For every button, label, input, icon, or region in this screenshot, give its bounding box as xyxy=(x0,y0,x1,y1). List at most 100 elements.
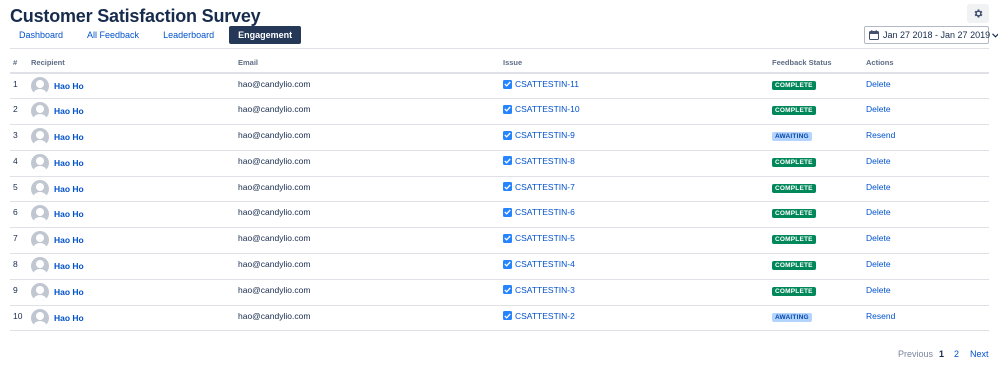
email-cell: hao@candylio.com xyxy=(238,124,503,151)
avatar xyxy=(31,153,49,172)
row-action-link[interactable]: Delete xyxy=(866,104,891,114)
email-text: hao@candylio.com xyxy=(238,155,311,166)
issue-link[interactable]: CSATTESTIN-11 xyxy=(503,79,772,89)
task-checkbox-icon xyxy=(503,311,512,321)
task-checkbox-icon xyxy=(503,156,512,166)
recipient-name-link[interactable]: Hao Ho xyxy=(54,106,84,116)
email-text: hao@candylio.com xyxy=(238,259,311,270)
issue-link[interactable]: CSATTESTIN-4 xyxy=(503,259,772,269)
tab-leaderboard[interactable]: Leaderboard xyxy=(154,26,223,44)
table-row: 10 Hao Ho hao@candylio.com CSATTESTIN-2 … xyxy=(10,305,989,332)
recipient-name-link[interactable]: Hao Ho xyxy=(54,235,84,245)
recipient-cell: Hao Ho xyxy=(31,305,238,332)
email-text: hao@candylio.com xyxy=(238,233,311,244)
actions-cell: Delete xyxy=(866,201,989,229)
column-header-actions: Actions xyxy=(866,53,989,74)
issue-cell: CSATTESTIN-2 xyxy=(503,305,772,332)
pagination-next[interactable]: Next xyxy=(970,349,989,359)
issue-link[interactable]: CSATTESTIN-3 xyxy=(503,285,772,295)
avatar xyxy=(31,77,49,95)
issue-cell: CSATTESTIN-7 xyxy=(503,176,772,203)
issue-link[interactable]: CSATTESTIN-8 xyxy=(503,156,772,166)
status-cell: COMPLETE xyxy=(772,150,866,177)
issue-link[interactable]: CSATTESTIN-7 xyxy=(503,182,772,192)
issue-link[interactable]: CSATTESTIN-6 xyxy=(503,207,772,217)
tab-all-feedback[interactable]: All Feedback xyxy=(78,26,148,44)
recipient-name-link[interactable]: Hao Ho xyxy=(54,313,84,323)
page-title: Customer Satisfaction Survey xyxy=(10,6,261,26)
row-number-text: 3 xyxy=(13,130,18,141)
row-action-link[interactable]: Resend xyxy=(866,130,895,140)
email-text: hao@candylio.com xyxy=(238,181,311,192)
recipient-name-link[interactable]: Hao Ho xyxy=(54,132,84,142)
table-row: 2 Hao Ho hao@candylio.com CSATTESTIN-10 … xyxy=(10,98,989,126)
recipient-name-link[interactable]: Hao Ho xyxy=(54,209,84,219)
row-action-link[interactable]: Resend xyxy=(866,311,895,321)
recipient: Hao Ho xyxy=(31,128,238,147)
issue-key: CSATTESTIN-5 xyxy=(515,233,575,244)
table-row: 5 Hao Ho hao@candylio.com CSATTESTIN-7 C… xyxy=(10,176,989,203)
email-cell: hao@candylio.com xyxy=(238,176,503,203)
date-range-picker[interactable]: Jan 27 2018 - Jan 27 2019 xyxy=(864,26,998,44)
status-cell: COMPLETE xyxy=(772,176,866,203)
row-action-link[interactable]: Delete xyxy=(866,207,891,217)
status-badge: COMPLETE xyxy=(772,106,816,116)
issue-link[interactable]: CSATTESTIN-10 xyxy=(503,104,772,114)
actions-cell: Delete xyxy=(866,279,989,306)
recipient: Hao Ho xyxy=(31,257,238,276)
issue-key: CSATTESTIN-7 xyxy=(515,181,575,192)
recipient-name-link[interactable]: Hao Ho xyxy=(54,184,84,194)
issue-cell: CSATTESTIN-8 xyxy=(503,150,772,177)
actions-cell: Resend xyxy=(866,305,989,332)
avatar xyxy=(31,282,49,301)
pagination-page-1[interactable]: 1 xyxy=(939,349,944,359)
status-cell: COMPLETE xyxy=(772,201,866,229)
row-action-link[interactable]: Delete xyxy=(866,79,891,89)
recipient: Hao Ho xyxy=(31,231,238,250)
recipient-name-link[interactable]: Hao Ho xyxy=(54,261,84,271)
row-action-link[interactable]: Delete xyxy=(866,233,891,243)
task-checkbox-icon xyxy=(503,259,512,269)
tab-dashboard[interactable]: Dashboard xyxy=(10,26,72,44)
column-header-feedback-status: Feedback Status xyxy=(772,53,866,74)
avatar xyxy=(31,231,49,250)
tab-engagement[interactable]: Engagement xyxy=(229,26,302,44)
recipient-name-link[interactable]: Hao Ho xyxy=(54,158,84,168)
recipient: Hao Ho xyxy=(31,102,238,121)
issue-link[interactable]: CSATTESTIN-5 xyxy=(503,233,772,243)
actions-cell: Resend xyxy=(866,124,989,151)
email-cell: hao@candylio.com xyxy=(238,201,503,229)
recipient: Hao Ho xyxy=(31,77,238,95)
settings-button[interactable] xyxy=(967,4,989,23)
issue-link[interactable]: CSATTESTIN-2 xyxy=(503,311,772,321)
email-cell: hao@candylio.com xyxy=(238,150,503,177)
status-cell: COMPLETE xyxy=(772,98,866,126)
pagination-previous[interactable]: Previous xyxy=(898,349,933,359)
row-action-link[interactable]: Delete xyxy=(866,156,891,166)
row-action-link[interactable]: Delete xyxy=(866,285,891,295)
recipient-name-link[interactable]: Hao Ho xyxy=(54,287,84,297)
row-number: 7 xyxy=(10,227,31,255)
row-number-text: 10 xyxy=(13,310,23,321)
column-header-number: # xyxy=(10,53,31,74)
row-number: 5 xyxy=(10,176,31,203)
recipient-cell: Hao Ho xyxy=(31,279,238,306)
recipient-name-link[interactable]: Hao Ho xyxy=(54,81,84,91)
recipient: Hao Ho xyxy=(31,179,238,198)
recipient-cell: Hao Ho xyxy=(31,253,238,280)
pagination-page-2[interactable]: 2 xyxy=(954,349,959,359)
avatar xyxy=(31,205,49,224)
email-text: hao@candylio.com xyxy=(238,104,311,115)
row-action-link[interactable]: Delete xyxy=(866,259,891,269)
issue-link[interactable]: CSATTESTIN-9 xyxy=(503,130,772,140)
status-cell: AWAITING xyxy=(772,124,866,151)
row-number-text: 4 xyxy=(13,155,18,166)
actions-cell: Delete xyxy=(866,253,989,280)
recipient-cell: Hao Ho xyxy=(31,176,238,203)
status-cell: COMPLETE xyxy=(772,279,866,306)
row-action-link[interactable]: Delete xyxy=(866,182,891,192)
recipient-cell: Hao Ho xyxy=(31,227,238,255)
tab-bar: Dashboard All Feedback Leaderboard Engag… xyxy=(10,26,307,44)
table-row: 1 Hao Ho hao@candylio.com CSATTESTIN-11 … xyxy=(10,73,989,100)
avatar xyxy=(31,257,49,276)
